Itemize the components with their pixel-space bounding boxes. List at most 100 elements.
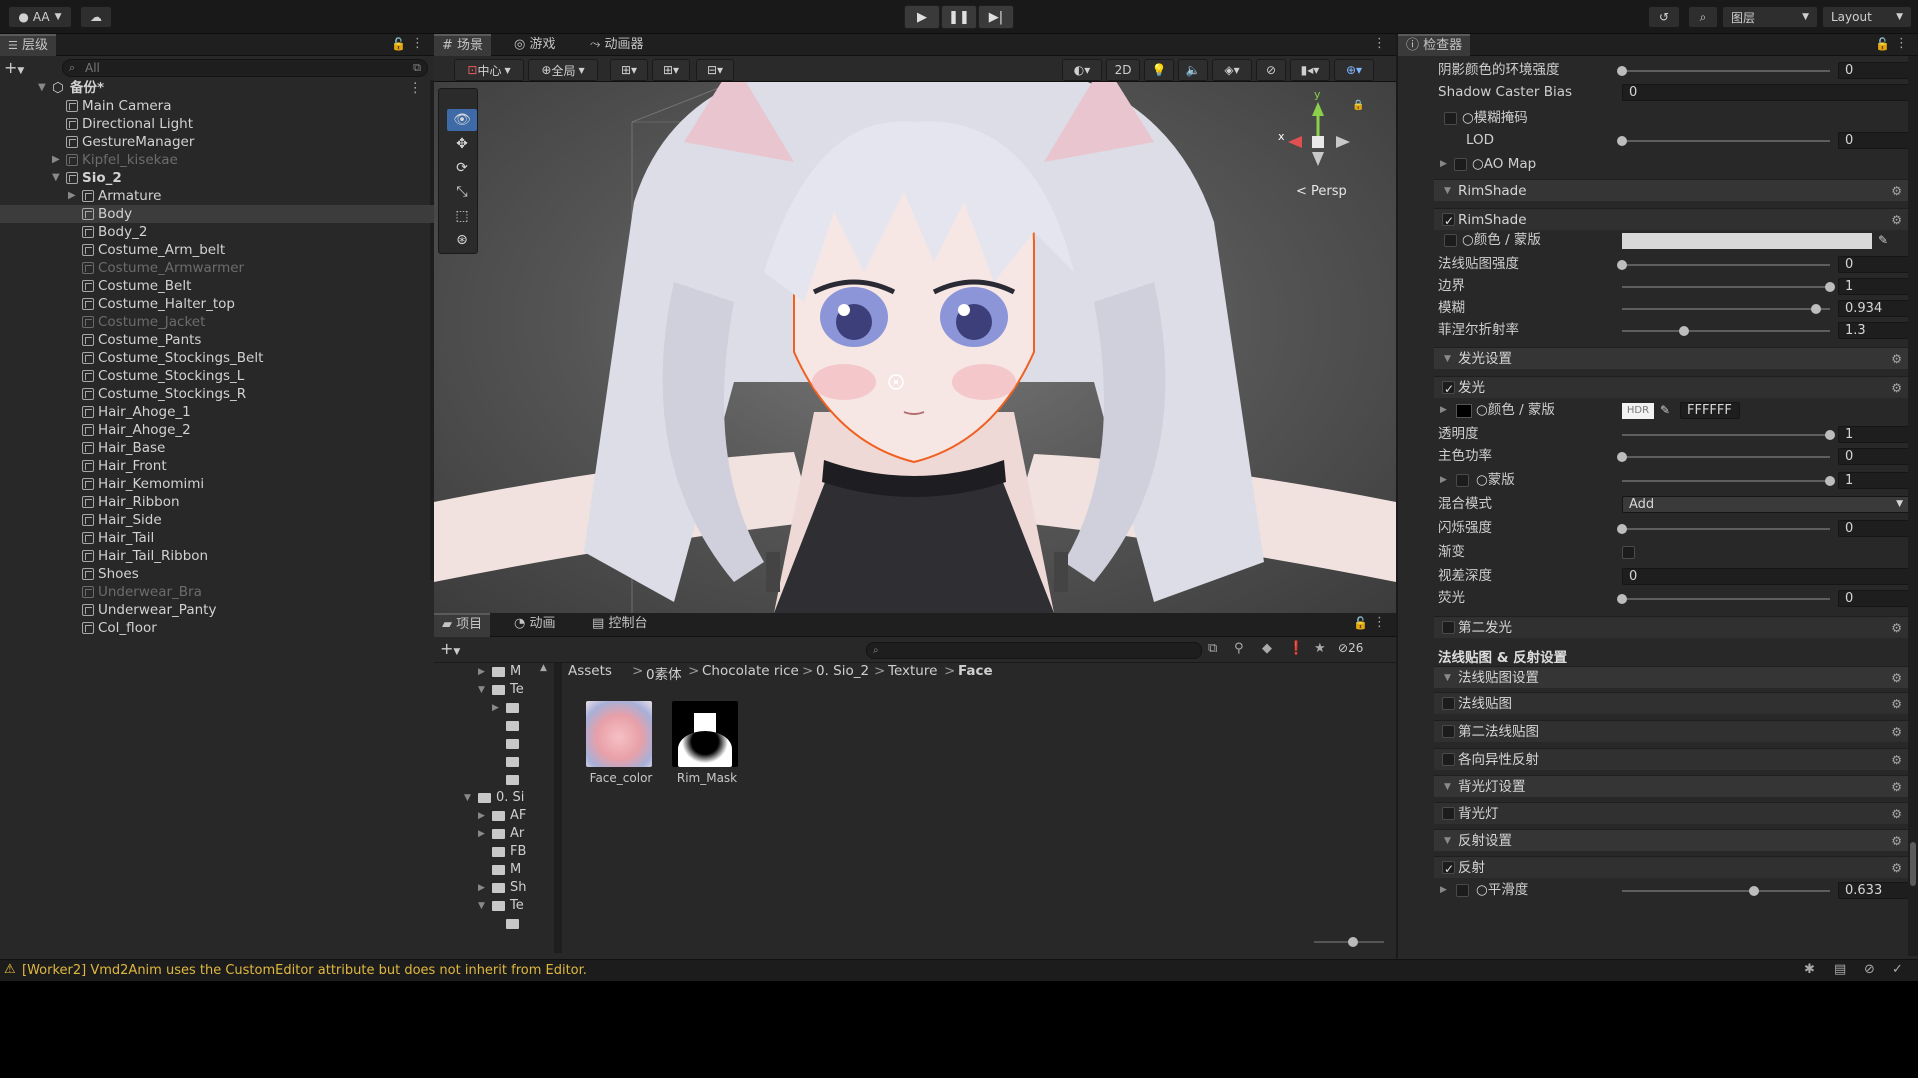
rect-tool-button[interactable]: ⬚ <box>447 205 477 227</box>
toggle-ao-map[interactable] <box>1454 158 1467 171</box>
history-button[interactable]: ↺ <box>1648 6 1680 28</box>
hierarchy-item[interactable]: Costume_Stockings_Belt <box>0 349 434 367</box>
gear-icon[interactable]: ⚙ <box>1891 857 1902 879</box>
value-field-shadow_bias[interactable]: 0 <box>1622 84 1910 101</box>
gear-icon[interactable]: ⚙ <box>1891 749 1902 771</box>
hierarchy-item[interactable]: GestureManager <box>0 133 434 151</box>
slider-track[interactable] <box>1622 286 1830 288</box>
camera-dropdown[interactable]: ▮◂▾ <box>1290 59 1330 81</box>
favorite-icon[interactable]: ★ <box>1314 641 1326 656</box>
hierarchy-item[interactable]: Main Camera <box>0 97 434 115</box>
value-field-blink[interactable]: 0 <box>1838 520 1910 537</box>
gear-icon[interactable]: ⚙ <box>1891 667 1902 689</box>
section-reflection_settings[interactable]: ▼ 反射设置 ⚙ <box>1434 829 1912 851</box>
hdr-color-swatch[interactable]: HDR <box>1622 403 1654 419</box>
slider-knob[interactable] <box>1617 524 1627 534</box>
filter-icon[interactable]: ⧉ <box>413 60 421 76</box>
tab-inspector[interactable]: ⓘ 检查器 <box>1398 34 1471 56</box>
value-field-normal_strength[interactable]: 0 <box>1838 256 1910 273</box>
blend-mode-dropdown[interactable]: Add ▼ <box>1622 496 1910 513</box>
breadcrumb-item[interactable]: 0素体 <box>646 663 682 683</box>
warning-filter-icon[interactable]: ❗ <box>1288 641 1304 656</box>
toggle-emission_toggle[interactable]: 发光⚙ <box>1434 376 1912 400</box>
toggle-reflection[interactable]: 反射⚙ <box>1434 856 1912 880</box>
gear-icon[interactable]: ⚙ <box>1891 830 1902 852</box>
gear-icon[interactable]: ⚙ <box>1891 617 1902 639</box>
slider-knob[interactable] <box>1825 282 1835 292</box>
section-emission_header[interactable]: ▼ 发光设置 ⚙ <box>1434 347 1912 369</box>
hierarchy-item[interactable]: Col_floor <box>0 619 434 637</box>
gear-icon[interactable]: ⚙ <box>1891 180 1902 202</box>
pause-button[interactable]: ❚❚ <box>941 5 977 29</box>
chevron-down-icon[interactable]: ▼ <box>464 789 471 807</box>
chevron-right-icon[interactable]: ▶ <box>478 879 485 897</box>
add-button[interactable]: +▼ <box>4 58 24 77</box>
slider-knob[interactable] <box>1825 476 1835 486</box>
pivot-dropdown[interactable]: ⊡ 中心 ▼ <box>454 59 524 81</box>
projection-toggle[interactable]: < Persp <box>1296 184 1347 199</box>
tab-animation[interactable]: ◔ 动画 <box>506 613 564 635</box>
gear-icon[interactable]: ⚙ <box>1891 776 1902 798</box>
layers-dropdown[interactable]: 图层 ▼ <box>1722 6 1818 28</box>
chevron-right-icon[interactable]: ▶ <box>68 187 80 205</box>
scale-tool-button[interactable]: ⤡ <box>447 181 477 203</box>
hierarchy-item[interactable]: Hair_Kemomimi <box>0 475 434 493</box>
space-dropdown[interactable]: ⊕ 全局 ▼ <box>528 59 598 81</box>
scrollbar-thumb[interactable] <box>1910 842 1916 886</box>
slider-knob[interactable] <box>1679 326 1689 336</box>
hierarchy-item[interactable]: Costume_Pants <box>0 331 434 349</box>
slider-knob[interactable] <box>1617 66 1627 76</box>
tab-game[interactable]: ◎ 游戏 <box>506 34 564 56</box>
value-field-fluorescence[interactable]: 0 <box>1838 590 1910 607</box>
slider-track[interactable] <box>1622 456 1830 458</box>
lighting-toggle[interactable]: 💡 <box>1144 59 1174 81</box>
more-icon[interactable]: ⋮ <box>1373 615 1386 630</box>
slider-track[interactable] <box>1622 70 1830 72</box>
search-button[interactable]: ⌕ <box>1688 6 1718 28</box>
tab-animator[interactable]: ⤳ 动画器 <box>582 34 652 56</box>
slider-track[interactable] <box>1622 330 1830 332</box>
hierarchy-item[interactable]: Body <box>0 205 434 223</box>
checkbox[interactable] <box>1442 378 1455 400</box>
cache-icon[interactable]: ⊘ <box>1864 962 1875 977</box>
hierarchy-item[interactable]: Hair_Ahoge_1 <box>0 403 434 421</box>
hex-field[interactable]: FFFFFF <box>1680 402 1740 419</box>
slider-knob[interactable] <box>1749 886 1759 896</box>
toggle-backlight[interactable]: 背光灯 ⚙ <box>1434 802 1912 824</box>
checkbox[interactable] <box>1442 725 1455 738</box>
slider-track[interactable] <box>1622 264 1830 266</box>
transform-tool-button[interactable]: ⊛ <box>447 229 477 251</box>
draw-mode-dropdown[interactable]: ◐▾ <box>1062 59 1102 81</box>
filter-icon[interactable]: ⚲ <box>1234 641 1244 656</box>
hierarchy-item[interactable]: Costume_Arm_belt <box>0 241 434 259</box>
value-field-parallax[interactable]: 0 <box>1622 568 1910 585</box>
chevron-right-icon[interactable]: ▶ <box>478 663 485 681</box>
progress-check-icon[interactable]: ✓ <box>1892 962 1903 977</box>
step-button[interactable]: ▶| <box>978 5 1014 29</box>
inspector-scrollbar[interactable] <box>1908 56 1918 956</box>
gear-icon[interactable]: ⚙ <box>1891 721 1902 743</box>
section-rimshade_header[interactable]: ▼ RimShade ⚙ <box>1434 179 1912 201</box>
toggle-mask[interactable] <box>1456 474 1469 487</box>
toggle-rimshade_toggle[interactable]: RimShade⚙ <box>1434 208 1912 232</box>
slider-track[interactable] <box>1622 598 1830 600</box>
lock-icon[interactable]: 🔒 <box>1352 100 1364 111</box>
slider-knob[interactable] <box>1348 937 1358 947</box>
chevron-down-icon[interactable]: ▼ <box>1444 830 1451 852</box>
chevron-down-icon[interactable]: ▼ <box>478 681 485 699</box>
gear-icon[interactable]: ⚙ <box>1891 693 1902 715</box>
asset-face-color[interactable]: Face_color <box>586 701 656 789</box>
play-button[interactable]: ▶ <box>904 5 940 29</box>
checkbox[interactable] <box>1442 858 1455 880</box>
tab-project[interactable]: ▰ 项目 <box>434 613 491 637</box>
folder-tree-scrollbar[interactable] <box>554 663 562 953</box>
hierarchy-item[interactable]: Hair_Ahoge_2 <box>0 421 434 439</box>
tab-scene[interactable]: # 场景 <box>434 34 492 56</box>
search-by-type-icon[interactable]: ⧉ <box>1208 641 1217 656</box>
hierarchy-item[interactable]: Hair_Side <box>0 511 434 529</box>
chevron-down-icon[interactable]: ▼ <box>1444 180 1451 202</box>
lock-icon[interactable]: 🔓 <box>1875 37 1890 51</box>
scene-row[interactable]: ▼ ⬡ 备份* ⋮ <box>0 79 434 97</box>
label-icon[interactable]: ◆ <box>1262 641 1272 656</box>
gear-icon[interactable]: ⚙ <box>1891 209 1902 231</box>
